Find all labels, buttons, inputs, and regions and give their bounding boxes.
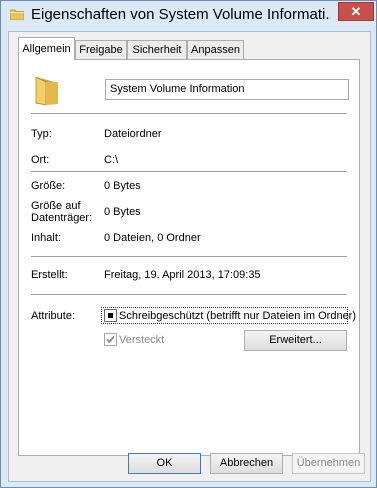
large-folder-icon	[35, 76, 58, 106]
indeterminate-mark-icon	[108, 313, 113, 318]
folder-icon	[10, 9, 24, 20]
title-bar[interactable]: Eigenschaften von System Volume Informat…	[1, 1, 376, 31]
separator	[31, 113, 347, 114]
tab-freigabe[interactable]: Freigabe	[75, 40, 127, 59]
readonly-label: Schreibgeschützt (betrifft nur Dateien i…	[119, 310, 357, 322]
properties-window: Eigenschaften von System Volume Informat…	[0, 0, 377, 488]
tab-anpassen[interactable]: Anpassen	[187, 40, 244, 59]
created-label: Erstellt:	[31, 269, 68, 281]
apply-button[interactable]: Übernehmen	[292, 453, 365, 474]
tab-panel-allgemein	[18, 59, 360, 456]
location-label: Ort:	[31, 154, 50, 166]
cancel-button[interactable]: Abbrechen	[210, 453, 283, 474]
hidden-checkbox[interactable]	[104, 333, 117, 346]
separator	[31, 294, 347, 295]
location-value: C:\	[104, 154, 119, 166]
contents-value: 0 Dateien, 0 Ordner	[104, 232, 201, 244]
separator	[31, 256, 347, 257]
readonly-checkbox[interactable]	[104, 309, 117, 322]
folder-name-field[interactable]: System Volume Information	[105, 79, 349, 100]
separator	[31, 171, 347, 172]
ok-button[interactable]: OK	[128, 453, 201, 474]
contents-label: Inhalt:	[31, 232, 61, 244]
size-value: 0 Bytes	[104, 180, 141, 192]
size-on-disk-value: 0 Bytes	[104, 206, 141, 218]
close-icon: ✕	[350, 4, 362, 19]
hidden-label: Versteckt	[119, 334, 165, 346]
tab-allgemein[interactable]: Allgemein	[18, 37, 75, 60]
window-title: Eigenschaften von System Volume Informat…	[31, 6, 331, 23]
type-label: Typ:	[31, 128, 52, 140]
checkmark-icon	[106, 335, 115, 344]
created-value: Freitag, 19. April 2013, 17:09:35	[104, 269, 261, 281]
size-label: Größe:	[31, 180, 66, 192]
dialog-client-area: Allgemein Freigabe Sicherheit Anpassen S…	[8, 31, 371, 482]
size-on-disk-label: Größe auf Datenträger:	[31, 200, 93, 224]
close-button[interactable]: ✕	[338, 2, 374, 21]
type-value: Dateiordner	[104, 128, 162, 140]
advanced-button[interactable]: Erweitert...	[244, 330, 347, 351]
attributes-label: Attribute:	[31, 310, 76, 322]
tab-sicherheit[interactable]: Sicherheit	[127, 40, 187, 59]
